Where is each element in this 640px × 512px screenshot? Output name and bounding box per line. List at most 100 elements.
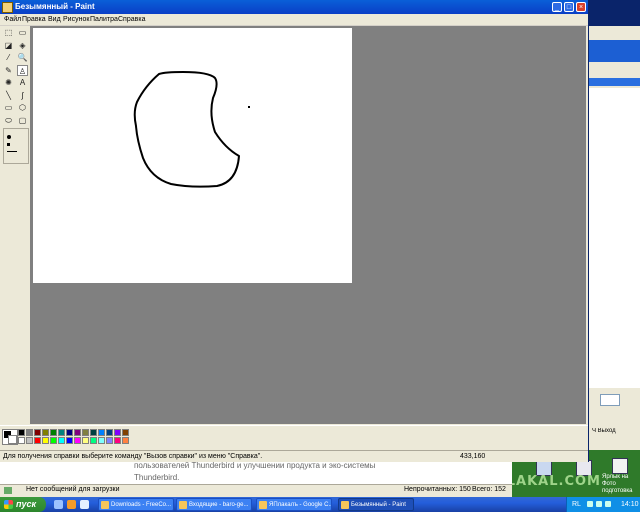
background-color[interactable]: [8, 435, 17, 444]
menu-file[interactable]: Файл: [4, 16, 21, 23]
quicklaunch-ie-icon[interactable]: [54, 500, 63, 509]
color-swatch[interactable]: [26, 437, 33, 444]
title-bar[interactable]: Безымянный - Paint _ □ ×: [0, 0, 588, 14]
airbrush-icon[interactable]: ✺: [3, 77, 14, 88]
background-panel-header: [588, 78, 640, 86]
rect-select-icon[interactable]: ▭: [17, 27, 28, 38]
quicklaunch-desktop-icon[interactable]: [80, 500, 89, 509]
thunderbird-window: пользователей Thunderbird и улучшении пр…: [0, 456, 512, 497]
fill-icon[interactable]: ◈: [17, 40, 28, 51]
stray-dot: [248, 106, 250, 108]
color-swatch[interactable]: [82, 437, 89, 444]
color-swatch[interactable]: [122, 429, 129, 436]
color-swatch[interactable]: [34, 437, 41, 444]
color-swatch[interactable]: [90, 437, 97, 444]
color-swatch[interactable]: [106, 437, 113, 444]
color-swatch[interactable]: [106, 429, 113, 436]
background-panel: [588, 88, 640, 388]
thunderbird-statusbar: Нет сообщений для загрузки Непрочитанных…: [0, 484, 512, 497]
free-select-icon[interactable]: ⬚: [3, 27, 14, 38]
start-button[interactable]: пуск: [0, 497, 46, 512]
curve-icon[interactable]: ∫: [17, 90, 28, 101]
rounded-rect-icon[interactable]: ▢: [17, 115, 28, 126]
clock[interactable]: 14:10: [621, 501, 639, 508]
menu-image[interactable]: Рисунок: [63, 16, 89, 23]
ellipse-icon[interactable]: ⬭: [3, 115, 14, 126]
brush-icon[interactable]: ♙: [17, 64, 28, 76]
color-swatch[interactable]: [114, 429, 121, 436]
color-swatch[interactable]: [26, 429, 33, 436]
unread-count: Непрочитанных: 150: [404, 486, 471, 493]
window-title: Безымянный - Paint: [15, 2, 95, 11]
desktop-icon-label[interactable]: Ярлык на Фото подготовка: [602, 474, 640, 495]
text-icon[interactable]: A: [17, 77, 28, 88]
color-swatch[interactable]: [98, 437, 105, 444]
background-combo[interactable]: [600, 394, 620, 406]
color-swatch[interactable]: [74, 429, 81, 436]
language-indicator[interactable]: RL: [572, 501, 581, 508]
color-swatch[interactable]: [122, 437, 129, 444]
system-tray: RL 14:10: [566, 497, 640, 512]
eraser-icon[interactable]: ◪: [3, 40, 14, 51]
cursor-coordinates: 433,160: [460, 453, 486, 460]
close-button[interactable]: ×: [576, 2, 586, 12]
drawing-canvas[interactable]: [33, 28, 352, 283]
windows-flag-icon: [4, 500, 13, 509]
online-icon: [4, 487, 12, 494]
total-count: Всего: 152: [472, 486, 506, 493]
menu-view[interactable]: Вид: [48, 16, 61, 23]
tool-options[interactable]: [3, 128, 29, 164]
maximize-button[interactable]: □: [564, 2, 574, 12]
background-window-right: Ч Выход: [588, 0, 640, 470]
color-swatch[interactable]: [42, 437, 49, 444]
magnifier-icon[interactable]: 🔍: [17, 52, 28, 63]
taskbar-button[interactable]: Входящие - baro-ge...: [176, 498, 252, 511]
color-swatch[interactable]: [34, 429, 41, 436]
color-swatch[interactable]: [18, 429, 25, 436]
background-titlebar: [588, 0, 640, 26]
status-bar: Для получения справки выберите команду "…: [0, 450, 588, 462]
paint-app-icon[interactable]: [2, 2, 13, 13]
color-swatch[interactable]: [50, 429, 57, 436]
current-colors[interactable]: [2, 429, 18, 445]
rectangle-icon[interactable]: ▭: [3, 102, 14, 113]
menu-edit[interactable]: Правка: [22, 16, 46, 23]
polygon-icon[interactable]: ⬡: [17, 102, 28, 113]
line-icon[interactable]: ╲: [3, 90, 14, 101]
color-swatch[interactable]: [66, 429, 73, 436]
desktop-shortcut-icon[interactable]: [612, 458, 628, 474]
taskbar-button[interactable]: Безымянный - Paint: [338, 498, 414, 511]
color-swatch[interactable]: [58, 429, 65, 436]
taskbar-button-label: Входящие - baro-ge...: [189, 502, 249, 508]
taskbar-app-icon: [341, 501, 349, 509]
menu-bar: Файл Правка Вид Рисунок Палитра Справка: [0, 14, 588, 26]
start-label: пуск: [16, 499, 37, 509]
color-swatch[interactable]: [82, 429, 89, 436]
color-picker-icon[interactable]: ⁄: [3, 52, 14, 63]
color-swatch[interactable]: [42, 429, 49, 436]
promo-text: пользователей Thunderbird и улучшении пр…: [134, 460, 434, 484]
taskbar-button-label: Безымянный - Paint: [351, 502, 406, 508]
tray-app-icon[interactable]: [605, 501, 611, 507]
tray-volume-icon[interactable]: [596, 501, 602, 507]
menu-help[interactable]: Справка: [118, 16, 145, 23]
color-swatch[interactable]: [98, 429, 105, 436]
color-swatch[interactable]: [90, 429, 97, 436]
quicklaunch-firefox-icon[interactable]: [67, 500, 76, 509]
color-swatch[interactable]: [66, 437, 73, 444]
tray-network-icon[interactable]: [587, 501, 593, 507]
menu-palette[interactable]: Палитра: [90, 16, 118, 23]
background-toolbar: [588, 40, 640, 62]
color-swatch[interactable]: [50, 437, 57, 444]
taskbar-app-icon: [259, 501, 267, 509]
taskbar-button[interactable]: ЯПлакалъ - Google C...: [256, 498, 332, 511]
taskbar-button[interactable]: Downloads - FreeCo...: [98, 498, 174, 511]
color-swatch[interactable]: [18, 437, 25, 444]
drawing-surface: [133, 71, 250, 188]
color-swatch[interactable]: [58, 437, 65, 444]
promo-line-2: Thunderbird.: [134, 473, 180, 482]
color-swatch[interactable]: [74, 437, 81, 444]
color-swatch[interactable]: [114, 437, 121, 444]
minimize-button[interactable]: _: [552, 2, 562, 12]
pencil-icon[interactable]: ✎: [3, 65, 14, 76]
